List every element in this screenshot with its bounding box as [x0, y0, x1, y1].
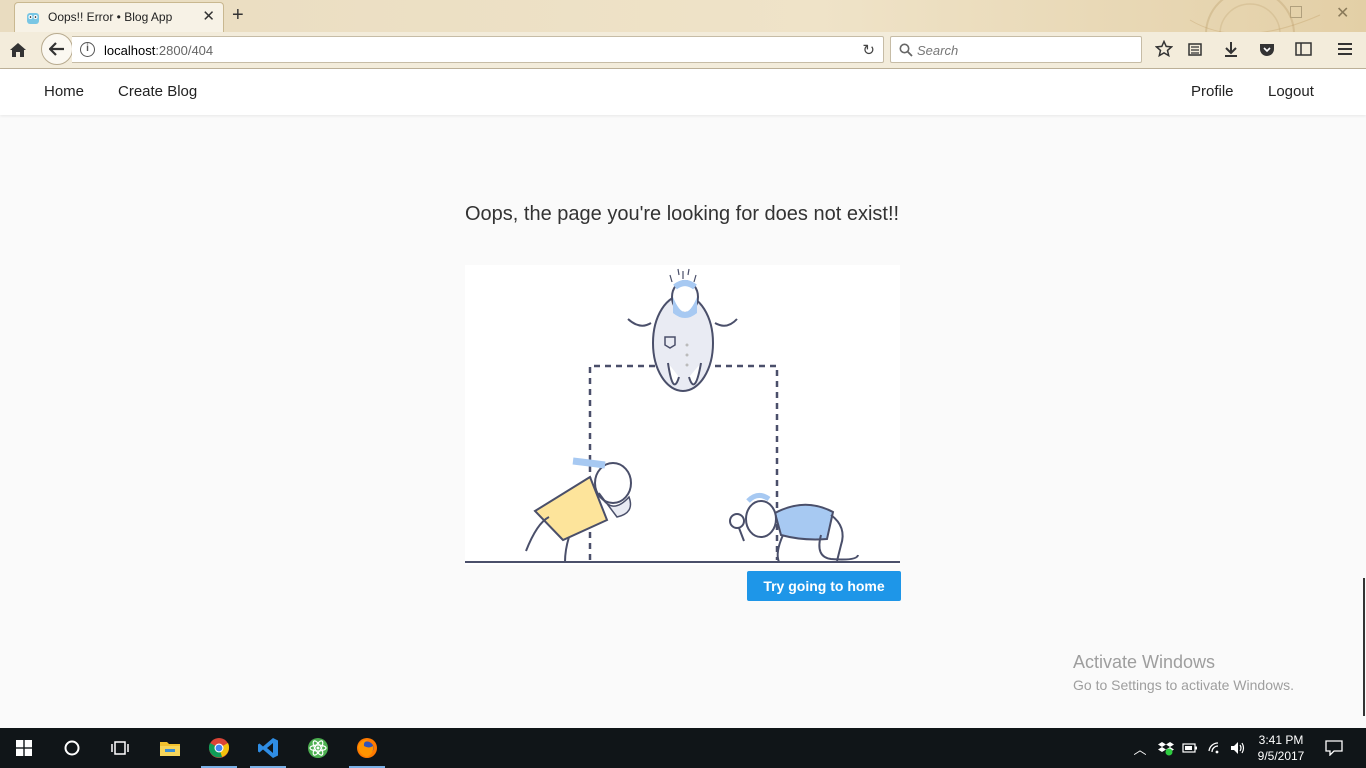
tab-title: Oops!! Error • Blog App — [48, 10, 173, 24]
not-found-illustration — [465, 265, 900, 565]
search-icon — [899, 43, 913, 57]
taskbar-clock[interactable]: 3:41 PM 9/5/2017 — [1252, 732, 1310, 764]
volume-icon[interactable] — [1228, 728, 1248, 768]
nav-create-blog-link[interactable]: Create Blog — [118, 83, 197, 100]
dropbox-icon[interactable] — [1156, 728, 1176, 768]
windows-taskbar: ︿ 3:41 PM 9/5/2017 — [0, 728, 1366, 768]
wifi-icon[interactable] — [1205, 728, 1225, 768]
error-message: Oops, the page you're looking for does n… — [465, 203, 900, 225]
download-icon[interactable] — [1220, 38, 1242, 60]
back-button[interactable] — [41, 33, 73, 65]
start-button[interactable] — [4, 728, 44, 768]
back-arrow-icon — [49, 42, 64, 56]
pocket-icon[interactable] — [1256, 38, 1278, 60]
close-tab-icon[interactable]: ✕ — [202, 9, 215, 25]
app-navbar: Home Create Blog Profile Logout — [0, 69, 1366, 115]
try-home-button[interactable]: Try going to home — [747, 571, 901, 601]
browser-titlebar: Oops!! Error • Blog App ✕ + ✕ — [0, 0, 1366, 32]
new-tab-icon[interactable]: + — [232, 5, 244, 25]
atom-icon[interactable] — [298, 728, 338, 768]
nav-home-link[interactable]: Home — [44, 83, 84, 100]
activate-subtitle: Go to Settings to activate Windows. — [1073, 677, 1294, 693]
sidebar-icon[interactable] — [1292, 38, 1314, 60]
url-bar[interactable]: i localhost:2800/404 ↻ — [72, 36, 884, 63]
task-view-icon[interactable] — [100, 728, 140, 768]
cortana-icon[interactable] — [52, 728, 92, 768]
reload-icon[interactable]: ↻ — [862, 41, 875, 59]
window-close-icon[interactable]: ✕ — [1336, 3, 1349, 23]
clock-date: 9/5/2017 — [1257, 749, 1305, 763]
file-explorer-icon[interactable] — [150, 728, 190, 768]
search-placeholder: Search — [917, 43, 959, 58]
action-center-icon[interactable] — [1322, 728, 1346, 768]
bookmarks-library-icon[interactable] — [1184, 38, 1206, 60]
searching-people-illustration-icon — [465, 268, 900, 563]
site-info-icon[interactable]: i — [80, 42, 95, 57]
menu-icon[interactable] — [1334, 38, 1356, 60]
url-text: localhost:2800/404 — [104, 43, 214, 58]
clock-time: 3:41 PM — [1258, 733, 1304, 747]
scrollbar[interactable] — [1363, 578, 1365, 716]
browser-tab[interactable]: Oops!! Error • Blog App ✕ — [14, 2, 224, 32]
home-icon[interactable] — [6, 38, 30, 62]
chrome-icon[interactable] — [199, 728, 239, 768]
nav-logout-link[interactable]: Logout — [1268, 83, 1314, 100]
go-gopher-favicon-icon — [27, 13, 39, 24]
show-hidden-icons-icon[interactable]: ︿ — [1132, 728, 1148, 768]
activate-title: Activate Windows — [1073, 652, 1216, 672]
search-input[interactable]: Search — [890, 36, 1142, 63]
vscode-icon[interactable] — [248, 728, 288, 768]
bookmark-star-icon[interactable] — [1153, 38, 1175, 60]
window-restore-icon[interactable] — [1290, 6, 1302, 18]
battery-icon[interactable] — [1180, 728, 1200, 768]
firefox-icon[interactable] — [347, 728, 387, 768]
windows-logo-icon — [16, 740, 32, 756]
activate-windows-watermark: Activate Windows Go to Settings to activ… — [1073, 652, 1294, 693]
nav-profile-link[interactable]: Profile — [1191, 83, 1234, 100]
